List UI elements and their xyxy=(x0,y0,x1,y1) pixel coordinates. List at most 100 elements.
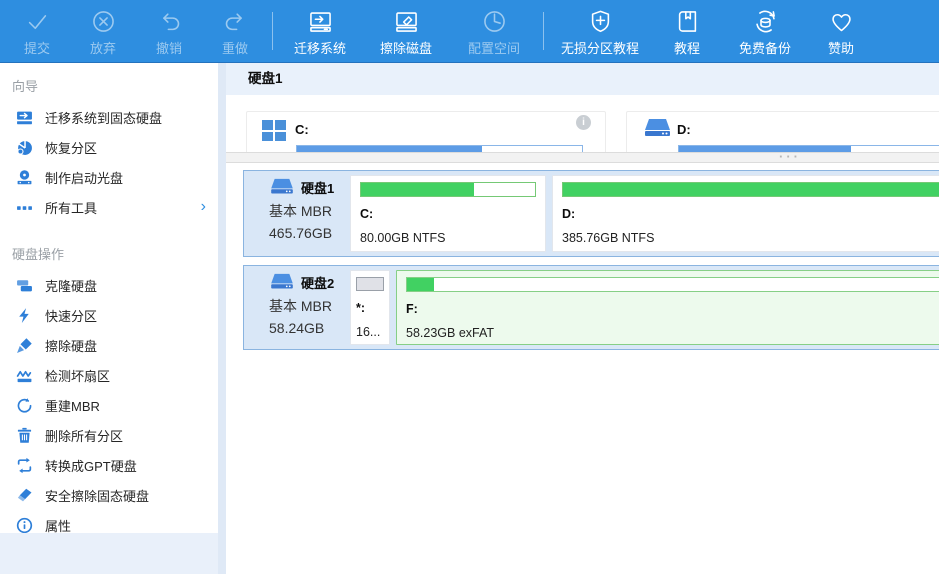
sidebar-item-all-tools[interactable]: 所有工具 › xyxy=(0,192,218,222)
sidebar-bottom-filler xyxy=(0,533,218,574)
sidebar-item-clone-disk[interactable]: 克隆硬盘 xyxy=(0,270,218,300)
info-icon xyxy=(16,517,33,534)
info-icon[interactable]: i xyxy=(576,115,591,130)
disk-size: 58.24GB xyxy=(269,320,350,336)
drive-icon xyxy=(269,273,295,292)
redo-label: 重做 xyxy=(222,38,248,57)
erase-disk-label: 擦除磁盘 xyxy=(380,38,432,57)
overview-card-c[interactable]: C: i xyxy=(246,111,606,152)
tutorial-button[interactable]: 教程 xyxy=(652,0,722,62)
sidebar-item-label: 重建MBR xyxy=(45,396,100,415)
sidebar-item-label: 克隆硬盘 xyxy=(45,276,97,295)
secure-erase-icon xyxy=(16,487,33,504)
sidebar-item-label: 转换成GPT硬盘 xyxy=(45,456,137,475)
free-backup-button[interactable]: 免费备份 xyxy=(722,0,808,62)
sidebar-item-label: 所有工具 xyxy=(45,198,97,217)
disk-row-2[interactable]: 硬盘2 基本 MBR 58.24GB *: 16... F: 58.23GB e… xyxy=(243,265,939,350)
sidebar-item-secure-erase-ssd[interactable]: 安全擦除固态硬盘 xyxy=(0,480,218,510)
tutorial-label: 教程 xyxy=(674,38,700,57)
boot-disc-icon xyxy=(16,169,33,186)
toolbar-separator xyxy=(272,12,273,50)
sidebar-item-label: 制作启动光盘 xyxy=(45,168,123,187)
discard-icon xyxy=(90,8,117,35)
sidebar-main-divider xyxy=(218,63,226,574)
partition-usage-bar xyxy=(406,277,939,292)
overview-card-d[interactable]: D: xyxy=(626,111,939,152)
sidebar-item-convert-to-gpt[interactable]: 转换成GPT硬盘 xyxy=(0,450,218,480)
drive-icon xyxy=(644,118,671,140)
partition-detail: 385.76GB NTFS xyxy=(562,231,939,245)
toolbar: 提交 放弃 撤销 重做 迁移系统 擦除磁盘 配置空间 无损分区教程 教程 免费备… xyxy=(0,0,939,63)
sidebar-item-migrate-to-ssd[interactable]: 迁移系统到固态硬盘 xyxy=(0,102,218,132)
redo-button[interactable]: 重做 xyxy=(202,0,268,62)
clone-disk-icon xyxy=(16,277,33,294)
erase-disk-icon xyxy=(393,8,420,35)
tab-disk1[interactable]: 硬盘1 xyxy=(226,63,297,95)
disk-type: 基本 MBR xyxy=(269,296,350,316)
sidebar-item-make-boot-disc[interactable]: 制作启动光盘 xyxy=(0,162,218,192)
check-icon xyxy=(24,8,51,35)
migrate-system-button[interactable]: 迁移系统 xyxy=(277,0,363,62)
book-icon xyxy=(674,8,701,35)
disk-size: 465.76GB xyxy=(269,225,350,241)
submit-button[interactable]: 提交 xyxy=(4,0,70,62)
windows-logo-icon xyxy=(262,120,286,141)
trash-icon xyxy=(16,427,33,444)
migrate-ssd-icon xyxy=(16,109,33,126)
partition-d[interactable]: D: 385.76GB NTFS xyxy=(552,175,939,252)
overview-drive-letter: C: xyxy=(295,122,309,137)
sidebar-item-label: 迁移系统到固态硬盘 xyxy=(45,108,162,127)
partition-usage-bar xyxy=(562,182,939,197)
sidebar-item-label: 检测坏扇区 xyxy=(45,366,110,385)
sidebar-item-label: 恢复分区 xyxy=(45,138,97,157)
partition-letter: *: xyxy=(356,301,384,315)
undo-button[interactable]: 撤销 xyxy=(136,0,202,62)
chevron-right-icon: › xyxy=(201,199,206,215)
overview-splitter-handle[interactable]: ··· xyxy=(226,152,939,163)
partition-usage-bar xyxy=(356,277,384,291)
sidebar-item-quick-partition[interactable]: 快速分区 xyxy=(0,300,218,330)
backup-icon xyxy=(752,8,779,35)
sidebar-item-label: 安全擦除固态硬盘 xyxy=(45,486,149,505)
disk-list-area: 硬盘1 基本 MBR 465.76GB C: 80.00GB NTFS D: 3… xyxy=(226,163,939,574)
disk-row-1[interactable]: 硬盘1 基本 MBR 465.76GB C: 80.00GB NTFS D: 3… xyxy=(243,170,939,257)
sidebar-section-disk-operations: 硬盘操作 xyxy=(12,244,218,263)
disk2-info[interactable]: 硬盘2 基本 MBR 58.24GB xyxy=(244,266,350,349)
pie-chart-icon xyxy=(16,139,33,156)
sponsor-button[interactable]: 赞助 xyxy=(808,0,874,62)
undo-icon xyxy=(156,8,183,35)
sidebar-item-check-bad-sectors[interactable]: 检测坏扇区 xyxy=(0,360,218,390)
lossless-partition-tutorial-button[interactable]: 无损分区教程 xyxy=(548,0,652,62)
submit-label: 提交 xyxy=(24,38,50,57)
partition-detail: 16... xyxy=(356,325,384,339)
redo-icon xyxy=(222,8,249,35)
sidebar-item-wipe-disk[interactable]: 擦除硬盘 xyxy=(0,330,218,360)
heart-icon xyxy=(828,8,855,35)
disk1-info[interactable]: 硬盘1 基本 MBR 465.76GB xyxy=(244,171,350,256)
sidebar-item-rebuild-mbr[interactable]: 重建MBR xyxy=(0,390,218,420)
sidebar-item-delete-all-partitions[interactable]: 删除所有分区 xyxy=(0,420,218,450)
partition-letter: C: xyxy=(360,207,536,221)
bad-sector-wave-icon xyxy=(16,367,33,384)
partition-unnamed[interactable]: *: 16... xyxy=(350,270,390,345)
shield-plus-icon xyxy=(587,8,614,35)
drive-icon xyxy=(269,178,295,197)
erase-disk-button[interactable]: 擦除磁盘 xyxy=(363,0,449,62)
partition-c[interactable]: C: 80.00GB NTFS xyxy=(350,175,546,252)
lossless-partition-tutorial-label: 无损分区教程 xyxy=(561,38,639,57)
toolbar-separator xyxy=(543,12,544,50)
more-dots-icon xyxy=(16,199,33,216)
free-backup-label: 免费备份 xyxy=(739,38,791,57)
migrate-disk-icon xyxy=(307,8,334,35)
splitter-dots-icon: ··· xyxy=(779,149,801,164)
discard-button[interactable]: 放弃 xyxy=(70,0,136,62)
configure-space-button[interactable]: 配置空间 xyxy=(449,0,539,62)
disk-overview-panel: C: i D: xyxy=(226,97,939,152)
sidebar-item-recover-partition[interactable]: 恢复分区 xyxy=(0,132,218,162)
partition-f-selected[interactable]: F: 58.23GB exFAT xyxy=(396,270,939,345)
sidebar-item-label: 属性 xyxy=(45,516,71,535)
migrate-system-label: 迁移系统 xyxy=(294,38,346,57)
partition-detail: 80.00GB NTFS xyxy=(360,231,536,245)
rebuild-mbr-icon xyxy=(16,397,33,414)
undo-label: 撤销 xyxy=(156,38,182,57)
